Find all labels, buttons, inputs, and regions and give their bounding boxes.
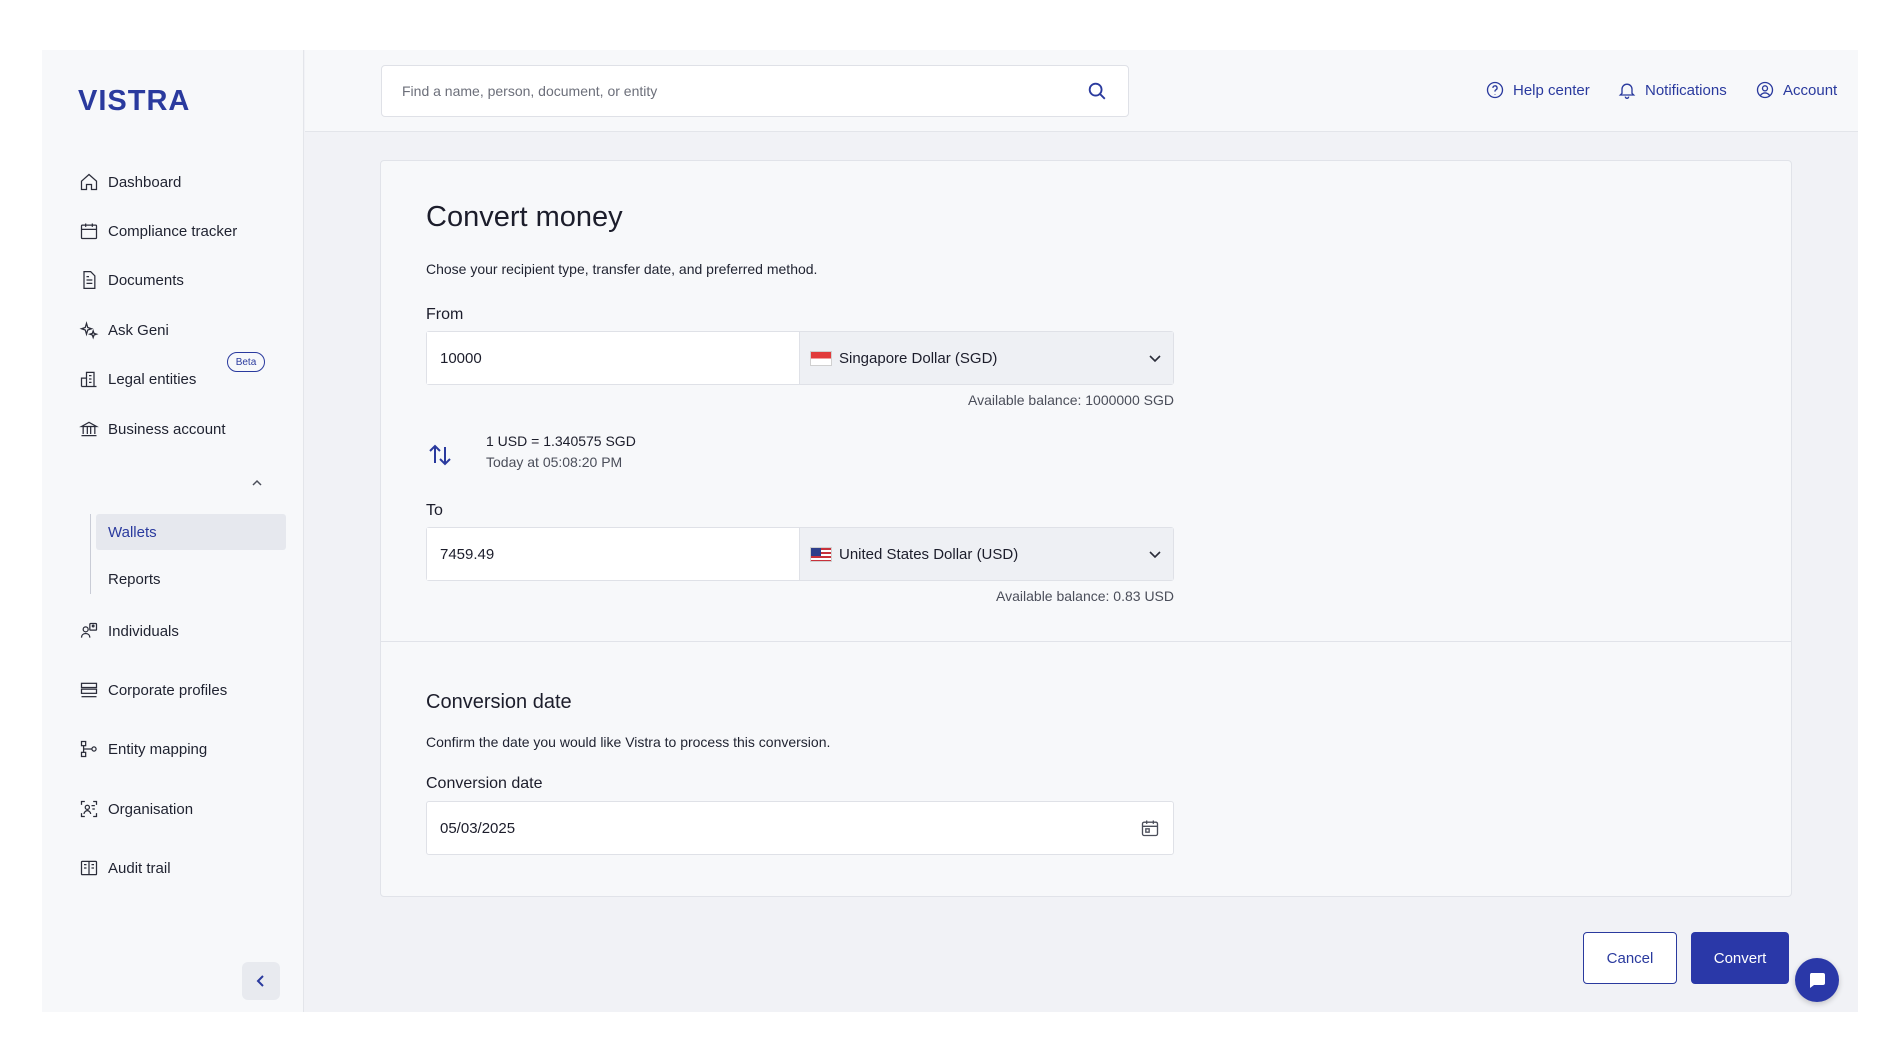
sidebar-item-entity-mapping[interactable]: Entity mapping [78, 734, 207, 764]
singapore-flag-icon [810, 350, 832, 366]
sidebar-item-label: Entity mapping [108, 740, 208, 758]
swap-currencies-button[interactable] [426, 441, 456, 471]
conversion-date-input[interactable] [440, 819, 1140, 837]
hierarchy-icon [78, 738, 100, 760]
chevron-down-icon [1149, 355, 1161, 363]
sidebar-subitem-wallets[interactable]: Wallets [96, 514, 286, 550]
account-label: Account [1783, 81, 1838, 99]
help-center-label: Help center [1513, 81, 1590, 99]
chevron-up-icon[interactable] [250, 476, 264, 490]
top-bar: Help center Notifications Account [305, 50, 1858, 132]
convert-button[interactable]: Convert [1691, 932, 1789, 984]
sidebar-item-legal-entities[interactable]: Legal entities [78, 364, 196, 394]
sidebar-item-label: Documents [108, 271, 184, 289]
to-label: To [426, 502, 443, 519]
from-field-group: Singapore Dollar (SGD) [426, 331, 1174, 385]
to-currency-select[interactable]: United States Dollar (USD) [800, 528, 1173, 580]
user-circle-icon [1756, 81, 1774, 99]
sidebar-subitem-reports[interactable]: Reports [96, 561, 286, 597]
conversion-date-label: Conversion date [426, 775, 543, 792]
sidebar-item-label: Organisation [108, 800, 194, 818]
svg-text:VISTRA: VISTRA [78, 85, 190, 114]
collapse-sidebar-button[interactable] [242, 962, 280, 1000]
stack-icon [78, 679, 100, 701]
org-icon [78, 798, 100, 820]
sidebar-item-business-account[interactable]: Business account [78, 414, 226, 444]
sidebar-item-organisation[interactable]: Organisation [78, 794, 193, 824]
subnav-line [90, 514, 91, 594]
sidebar-item-compliance-tracker[interactable]: Compliance tracker [78, 216, 237, 246]
notifications-label: Notifications [1645, 81, 1727, 99]
from-label: From [426, 306, 464, 323]
sidebar: VISTRA Dashboard Compliance tracker Docu… [42, 50, 304, 1012]
bell-icon [1618, 83, 1636, 99]
buildings-icon [78, 368, 100, 390]
sidebar-item-individuals[interactable]: Individuals [78, 616, 179, 646]
sidebar-item-label: Legal entities [108, 370, 197, 388]
sparkle-icon [78, 319, 100, 341]
chat-support-button[interactable] [1795, 958, 1839, 1002]
from-available-balance: Available balance: 1000000 SGD [967, 392, 1174, 408]
sidebar-item-label: Compliance tracker [108, 222, 238, 240]
to-available-balance: Available balance: 0.83 USD [996, 588, 1174, 604]
sidebar-item-documents[interactable]: Documents [78, 265, 184, 295]
to-field-group: United States Dollar (USD) [426, 527, 1174, 581]
cancel-button[interactable]: Cancel [1583, 932, 1677, 984]
vistra-logo[interactable]: VISTRA [78, 84, 203, 114]
beta-badge: Beta [227, 352, 265, 372]
us-flag-icon [810, 546, 832, 562]
section-divider [381, 641, 1791, 642]
account-link[interactable]: Account [1755, 78, 1837, 102]
calendar-icon [78, 220, 100, 242]
people-icon [78, 620, 100, 642]
document-icon [78, 269, 100, 291]
chat-icon [1809, 973, 1825, 988]
search-bar [381, 65, 1129, 117]
exchange-rate: 1 USD = 1.340575 SGD [486, 433, 636, 449]
sidebar-item-label: Dashboard [108, 173, 182, 191]
sidebar-item-label: Corporate profiles [108, 681, 228, 699]
sidebar-item-label: Individuals [108, 622, 179, 640]
sidebar-item-label: Business account [108, 420, 226, 438]
sidebar-item-corporate-profiles[interactable]: Corporate profiles [78, 675, 227, 705]
from-currency-select[interactable]: Singapore Dollar (SGD) [800, 332, 1173, 384]
bank-icon [78, 418, 100, 440]
conversion-date-field [426, 801, 1174, 855]
help-center-link[interactable]: Help center [1485, 78, 1590, 102]
convert-money-card: Convert money Chose your recipient type,… [380, 160, 1792, 897]
from-amount-input[interactable] [427, 332, 800, 384]
conversion-date-heading: Conversion date [426, 691, 572, 713]
calendar-icon[interactable] [1140, 818, 1160, 838]
notifications-link[interactable]: Notifications [1617, 78, 1727, 102]
search-icon[interactable] [1086, 80, 1108, 102]
book-icon [78, 857, 100, 879]
exchange-rate-time: Today at 05:08:20 PM [486, 454, 623, 470]
home-icon [78, 171, 100, 193]
convert-description: Chose your recipient type, transfer date… [426, 261, 818, 277]
sidebar-item-ask-geni[interactable]: Ask Geni [78, 315, 169, 345]
app-window: VISTRA Dashboard Compliance tracker Docu… [42, 50, 1858, 1012]
page-title: Convert money [426, 201, 623, 233]
sidebar-item-label: Ask Geni [108, 321, 169, 339]
help-circle-icon [1486, 81, 1504, 99]
chevron-down-icon [1149, 551, 1161, 559]
sidebar-item-audit-trail[interactable]: Audit trail [78, 853, 171, 883]
to-amount-input[interactable] [427, 528, 800, 580]
swap-arrows-icon [429, 444, 451, 466]
from-currency-label: Singapore Dollar (SGD) [839, 349, 998, 367]
conversion-date-description: Confirm the date you would like Vistra t… [426, 734, 831, 750]
to-currency-label: United States Dollar (USD) [839, 545, 1019, 563]
sidebar-item-dashboard[interactable]: Dashboard [78, 167, 181, 197]
sidebar-item-label: Audit trail [108, 859, 171, 877]
chevron-left-icon [256, 975, 264, 987]
search-input[interactable] [402, 83, 1086, 99]
